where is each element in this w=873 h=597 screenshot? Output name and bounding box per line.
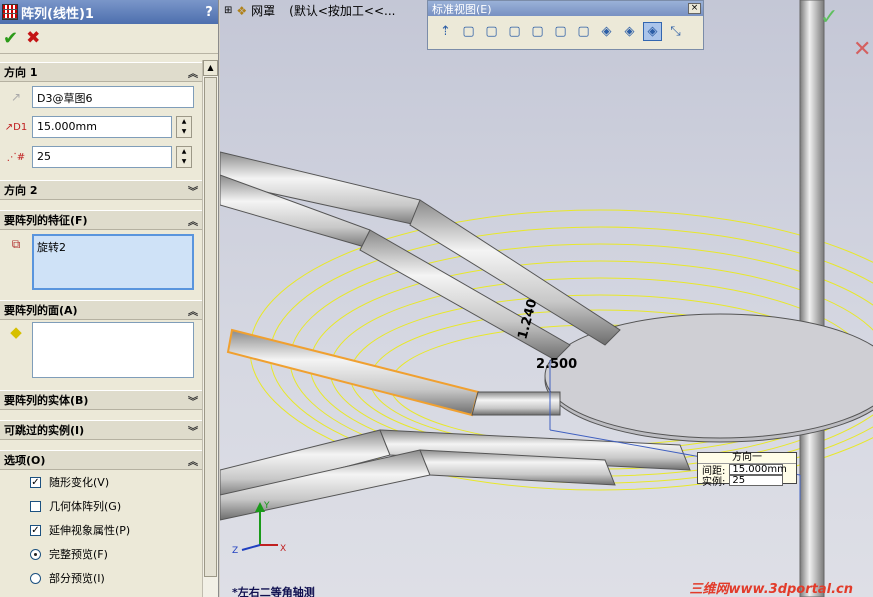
linear-pattern-icon (2, 4, 18, 20)
pm-action-bar: ✔ ✖ (0, 24, 218, 54)
expand-chevron-icon[interactable]: ︾ (188, 393, 198, 408)
right-view-icon[interactable]: ▢ (528, 22, 547, 41)
part-icon: ❖ (236, 3, 248, 18)
radio-button[interactable] (30, 548, 41, 560)
callout-count-field[interactable]: 25 (729, 475, 784, 486)
option-propagate-visual[interactable]: ✓ 延伸视象属性(P) (0, 518, 202, 542)
option-label: 延伸视象属性(P) (49, 524, 131, 537)
expand-plus-icon[interactable]: ⊞ (224, 5, 232, 16)
ok-check-icon[interactable]: ✔ (3, 29, 18, 48)
options-header[interactable]: 选项(O) ︽ (0, 450, 202, 470)
bodies-header[interactable]: 要阵列的实体(B) ︾ (0, 390, 202, 410)
trimetric-view-icon[interactable]: ◈ (620, 22, 639, 41)
cancel-x-icon[interactable]: ✖ (26, 30, 40, 47)
options-label: 选项(O) (4, 454, 46, 467)
direction2-label: 方向 2 (4, 184, 38, 197)
instances-spinner[interactable]: ▲ ▼ (176, 146, 192, 168)
pm-scrollbar[interactable]: ▲ (202, 60, 218, 597)
tree-part-name[interactable]: 网罩 (251, 2, 275, 19)
triad-z: Z (232, 546, 238, 556)
faces-header[interactable]: 要阵列的面(A) ︽ (0, 300, 202, 320)
vertical-tube (799, 0, 825, 597)
option-partial-preview[interactable]: 部分预览(I) (0, 566, 202, 590)
option-geometry-pattern[interactable]: 几何体阵列(G) (0, 494, 202, 518)
collapse-chevron-icon[interactable]: ︽ (188, 65, 198, 80)
skip-instances-label: 可跳过的实例(I) (4, 424, 85, 437)
option-label: 部分预览(I) (49, 572, 105, 585)
view-selector-icon[interactable]: ⤡ (666, 22, 685, 41)
normal-to-icon[interactable]: ⇡ (436, 22, 455, 41)
callout-spacing-field[interactable]: 15.000mm (729, 464, 787, 475)
graphics-viewport[interactable]: 1.240 2.500 Y X Z ✓ ✕ ⊞ ❖ 网罩 (默认<按加工<<..… (220, 0, 873, 597)
dimension-2500[interactable]: 2.500 (536, 357, 577, 372)
left-view-icon[interactable]: ▢ (505, 22, 524, 41)
tree-config: (默认<按加工<<... (289, 4, 396, 18)
standard-views-title-bar[interactable]: 标准视图(E) × (428, 1, 703, 16)
pm-title-bar: 阵列(线性)1 ? (0, 0, 218, 24)
isometric-view-icon[interactable]: ◈ (597, 22, 616, 41)
help-button[interactable]: ? (200, 5, 218, 20)
scroll-thumb[interactable] (204, 77, 217, 577)
collapse-chevron-icon[interactable]: ︽ (188, 213, 198, 228)
faces-label: 要阵列的面(A) (4, 304, 78, 317)
scroll-up-arrow-icon[interactable]: ▲ (203, 60, 218, 76)
expand-chevron-icon[interactable]: ︾ (188, 183, 198, 198)
features-icon: ⧉ (11, 236, 21, 251)
front-view-icon[interactable]: ▢ (459, 22, 478, 41)
back-view-icon[interactable]: ▢ (482, 22, 501, 41)
list-item[interactable]: 旋转2 (37, 239, 189, 255)
property-manager: 阵列(线性)1 ? ✔ ✖ 方向 1 ︽ ↗ D3@草图6 ↗D1 15.000… (0, 0, 219, 597)
flyout-tree: ⊞ ❖ 网罩 (默认<按加工<<... (224, 2, 395, 19)
skip-instances-header[interactable]: 可跳过的实例(I) ︾ (0, 420, 202, 440)
pm-title: 阵列(线性)1 (21, 6, 94, 22)
confirm-ok-icon[interactable]: ✓ (820, 5, 838, 30)
watermark: 三维网www.3dportal.cn (689, 582, 853, 597)
features-header[interactable]: 要阵列的特征(F) ︽ (0, 210, 202, 230)
model-canvas[interactable]: 1.240 2.500 Y X Z ✓ ✕ (220, 0, 873, 597)
instances-field[interactable]: 25 (32, 146, 172, 168)
triad-y: Y (263, 501, 270, 511)
option-full-preview[interactable]: 完整预览(F) (0, 542, 202, 566)
radio-button[interactable] (30, 572, 41, 584)
option-label: 完整预览(F) (49, 548, 108, 561)
faces-cube-icon: ◆ (10, 323, 22, 341)
faces-list[interactable] (32, 322, 194, 378)
direction1-header[interactable]: 方向 1 ︽ (0, 62, 202, 82)
spacing-d1-icon: ↗D1 (4, 121, 28, 133)
collapse-chevron-icon[interactable]: ︽ (188, 303, 198, 318)
direction1-label: 方向 1 (4, 66, 38, 79)
instances-count-icon: ⋰# (6, 151, 26, 163)
close-icon[interactable]: × (688, 3, 701, 14)
spacing-spinner[interactable]: ▲ ▼ (176, 116, 192, 138)
spacing-field[interactable]: 15.000mm (32, 116, 172, 138)
standard-views-toolbar: 标准视图(E) × ⇡ ▢ ▢ ▢ ▢ ▢ ▢ ◈ ◈ ◈ ⤡ (427, 0, 704, 50)
direction-reference-field[interactable]: D3@草图6 (32, 86, 194, 108)
dimetric-view-icon[interactable]: ◈ (643, 22, 662, 41)
features-label: 要阵列的特征(F) (4, 214, 88, 227)
bottom-view-icon[interactable]: ▢ (574, 22, 593, 41)
collapse-chevron-icon[interactable]: ︽ (188, 453, 198, 468)
expand-chevron-icon[interactable]: ︾ (188, 423, 198, 438)
bodies-label: 要阵列的实体(B) (4, 394, 89, 407)
reverse-direction-icon[interactable]: ↗ (6, 87, 26, 107)
direction-callout: 方向一 间距: 15.000mm 实例: 25 (697, 452, 797, 488)
standard-views-title: 标准视图(E) (432, 2, 492, 16)
option-vary-sketch[interactable]: ✓ 随形变化(V) (0, 470, 202, 494)
option-label: 随形变化(V) (49, 476, 110, 489)
checkbox[interactable]: ✓ (30, 524, 41, 536)
direction2-header[interactable]: 方向 2 ︾ (0, 180, 202, 200)
standard-views-buttons: ⇡ ▢ ▢ ▢ ▢ ▢ ▢ ◈ ◈ ◈ ⤡ (428, 16, 703, 41)
confirm-cancel-icon[interactable]: ✕ (853, 37, 871, 62)
pm-scroll-area: 方向 1 ︽ ↗ D3@草图6 ↗D1 15.000mm ▲ ▼ ⋰# 25 ▲ ▼… (0, 60, 202, 597)
triad-x: X (280, 544, 286, 554)
view-orientation-label: *左右二等角轴测 (232, 586, 315, 597)
top-view-icon[interactable]: ▢ (551, 22, 570, 41)
callout-count-label: 实例: (702, 477, 726, 488)
features-list[interactable]: 旋转2 (32, 234, 194, 290)
checkbox[interactable]: ✓ (30, 476, 41, 488)
checkbox[interactable] (30, 500, 41, 512)
option-label: 几何体阵列(G) (49, 500, 122, 513)
